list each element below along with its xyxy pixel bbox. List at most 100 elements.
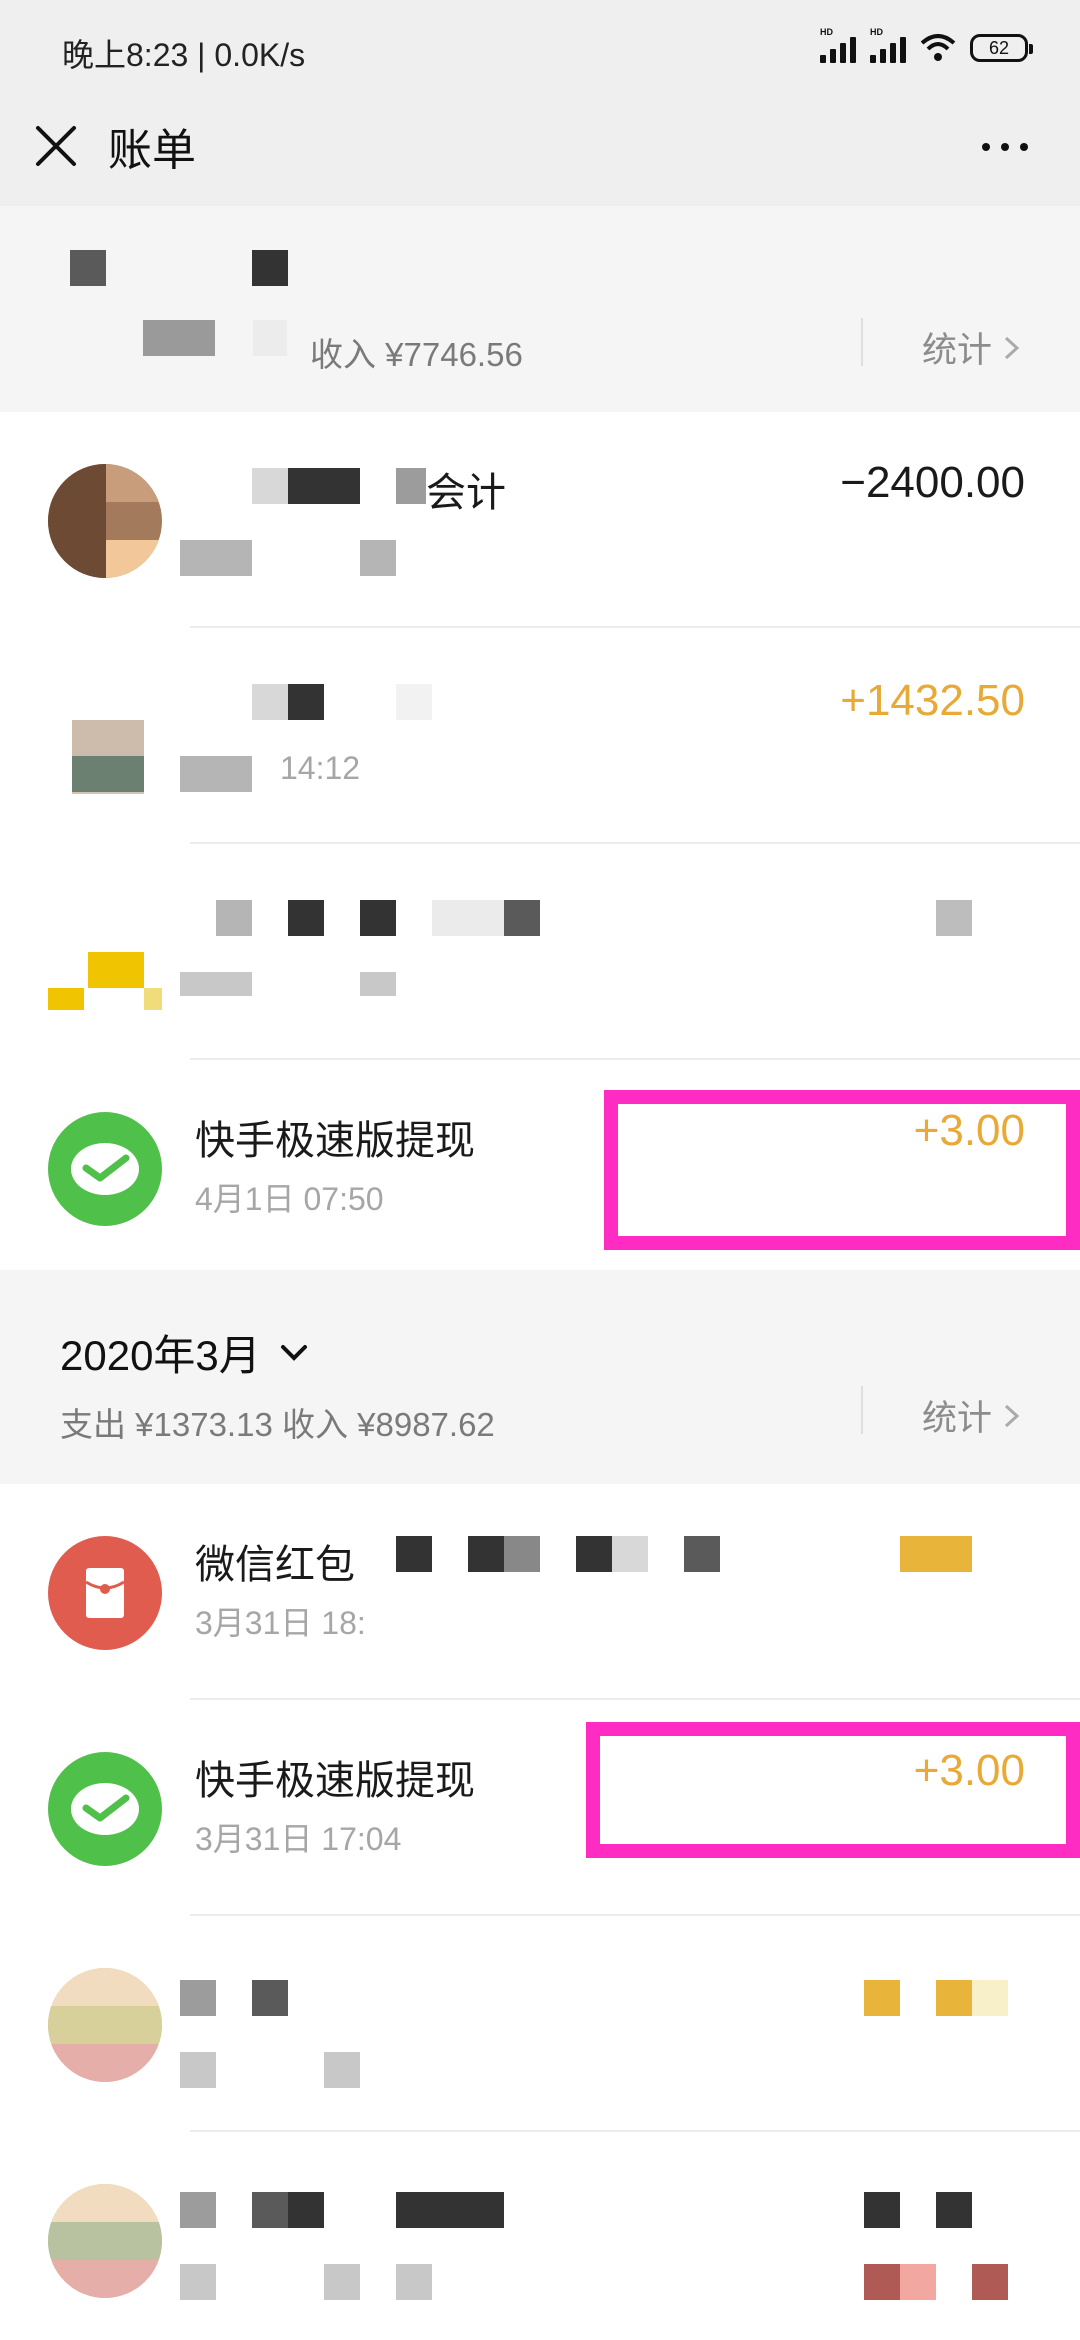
transaction-title: 微信红包 [195,1543,355,1587]
red-packet-avatar [48,1536,162,1650]
transaction-time: 3月31日 18: [195,1605,366,1641]
transaction-row[interactable] [0,2132,1080,2340]
mosaic-block [432,900,504,936]
mosaic-block [936,2192,972,2228]
mosaic-block [468,1536,504,1572]
mosaic-block [864,1980,900,2016]
signal-icon: HD [870,27,906,63]
status-bar: 晚上8:23 | 0.0K/s HD HD 62 [0,0,1080,100]
mosaic-block [864,2264,900,2300]
transaction-time: 4月1日 07:50 [195,1181,384,1217]
mosaic-block [864,2192,900,2228]
mosaic-block [288,900,324,936]
mosaic-block [70,250,106,286]
mosaic-block [216,900,252,936]
avatar [48,2184,162,2298]
chevron-down-icon [280,1344,307,1361]
mosaic-block [684,1536,720,1572]
signal-icon: HD [820,27,856,63]
transaction-row[interactable] [0,1916,1080,2132]
avatar [48,1968,162,2082]
highlight-box [604,1090,1080,1250]
mosaic-block [504,900,540,936]
transaction-row[interactable]: 14:12 +1432.50 [0,628,1080,844]
mosaic-block [396,684,432,720]
mosaic-block [612,1536,648,1572]
mosaic-block [396,1536,432,1572]
mosaic-block [504,1536,540,1572]
transaction-time: 14:12 [280,750,361,786]
month-selector[interactable]: 2020年3月 [60,1322,309,1383]
mosaic-block [180,2264,216,2300]
mosaic-block [180,756,252,792]
mosaic-block [180,1980,216,2016]
avatar [48,896,162,1010]
mosaic-block [288,468,360,504]
mosaic-block [972,1980,1008,2016]
mosaic-block [252,468,288,504]
transaction-amount: −2400.00 [840,458,1025,507]
mosaic-block [180,540,252,576]
mosaic-block [936,900,972,936]
battery-icon: 62 [970,34,1033,62]
transaction-time: 3月31日 17:04 [195,1821,402,1857]
chevron-right-icon [1005,336,1020,359]
month-header-april: 收入 ¥7746.56 统计 [0,206,1080,412]
transaction-row[interactable]: 微信红包 3月31日 18: [0,1484,1080,1700]
more-icon [982,143,1028,151]
wifi-icon [920,34,956,61]
divider [861,1386,863,1434]
mosaic-block [180,972,252,996]
mosaic-block [324,2264,360,2300]
mosaic-block [396,468,426,504]
status-time: 晚上8:23 | 0.0K/s [62,37,306,73]
stats-button[interactable]: 统计 [922,1390,1022,1441]
mosaic-block [900,2264,936,2300]
chevron-right-icon [1005,1404,1020,1427]
mosaic-block [180,2192,216,2228]
month-summary: 收入 ¥7746.56 [310,336,523,373]
mosaic-block [360,540,396,576]
month-summary: 支出 ¥1373.13 收入 ¥8987.62 [60,1406,495,1443]
mosaic-block [360,972,396,996]
mosaic-block [324,2052,360,2088]
mosaic-block [288,684,324,720]
battery-level: 62 [988,37,1010,58]
stats-button[interactable]: 统计 [922,322,1022,373]
divider [861,318,863,366]
red-packet-icon [85,1568,125,1618]
wechat-check-icon [71,1783,139,1835]
mosaic-block [252,2192,288,2228]
mosaic-block [252,250,288,286]
highlight-box [586,1722,1080,1858]
mosaic-block [936,1980,972,2016]
wechat-pay-avatar [48,1752,162,1866]
mosaic-block [288,2192,324,2228]
page-title: 账单 [108,126,196,175]
mosaic-block [252,1980,288,2016]
more-button[interactable] [970,122,1040,172]
stats-label: 统计 [922,1399,993,1438]
month-header-march: 2020年3月 支出 ¥1373.13 收入 ¥8987.62 统计 [0,1270,1080,1484]
stats-label: 统计 [922,331,993,370]
wechat-pay-avatar [48,1112,162,1226]
mosaic-block [972,2264,1008,2300]
mosaic-block [360,900,396,936]
mosaic-block [143,320,215,356]
mosaic-block [72,720,144,756]
transaction-title: 快手极速版提现 [195,1759,475,1803]
wechat-check-icon [71,1143,139,1195]
mosaic-block [253,320,287,356]
title-bar: 账单 [0,100,1080,206]
close-icon [36,126,76,166]
close-button[interactable] [28,118,84,174]
avatar [48,464,162,578]
mosaic-block [396,2264,432,2300]
mosaic-block [900,1536,972,1572]
transaction-row[interactable]: 会计 −2400.00 [0,412,1080,628]
mosaic-block [396,2192,504,2228]
transaction-title: 会计 [426,471,506,515]
transaction-row[interactable] [0,844,1080,1060]
status-icons: HD HD 62 [820,27,1033,68]
transaction-amount: +1432.50 [840,676,1025,725]
